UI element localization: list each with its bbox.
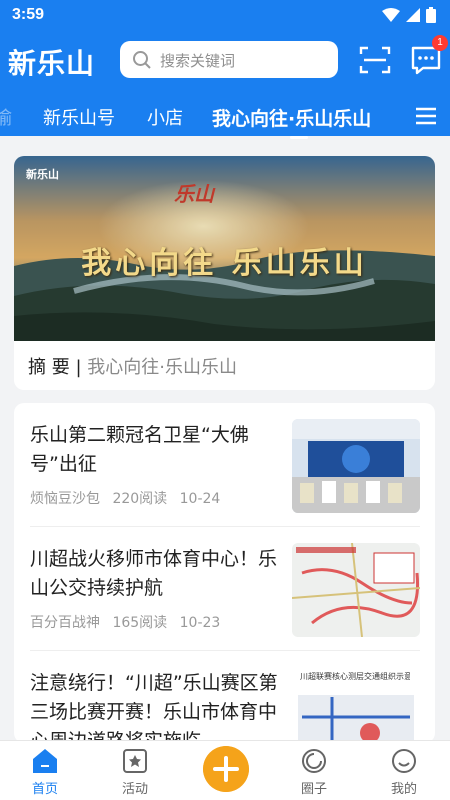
abstract-sep: | bbox=[75, 357, 82, 378]
channel-tabs: 瑜 新乐山号 小店 我心向往·乐山乐山 bbox=[0, 96, 450, 136]
news-author: 烦恼豆沙包 bbox=[30, 491, 100, 507]
nav-home-label: 首页 bbox=[31, 782, 58, 797]
news-meta: 烦恼豆沙包 220阅读 10-24 bbox=[30, 488, 228, 508]
news-reads: 220阅读 bbox=[112, 491, 168, 507]
nav-circle[interactable]: 圈子 bbox=[284, 741, 344, 800]
home-icon bbox=[33, 749, 57, 773]
news-reads: 165阅读 bbox=[112, 615, 168, 631]
news-title: 川超战火移师市体育中心！乐山公交持续护航 bbox=[30, 548, 278, 599]
news-title: 注意绕行！“川超”乐山赛区第三场比赛开赛！乐山市体育中心周边道路将实施临 bbox=[30, 672, 278, 743]
news-thumbnail bbox=[292, 419, 420, 513]
banner-logo-text: 乐山 bbox=[174, 182, 214, 206]
news-item[interactable]: 川超战火移师市体育中心！乐山公交持续护航 百分百战神 165阅读 10-23 bbox=[14, 527, 435, 651]
nav-mine[interactable]: 我的 bbox=[374, 741, 434, 800]
nav-mine-label: 我的 bbox=[390, 782, 417, 797]
profile-icon bbox=[392, 749, 416, 773]
news-author: 百分百战神 bbox=[30, 615, 100, 631]
abstract-label: 摘 要 bbox=[28, 357, 70, 378]
news-date: 10-23 bbox=[179, 615, 221, 631]
nav-circle-label: 圈子 bbox=[300, 782, 327, 797]
news-item[interactable]: 注意绕行！“川超”乐山赛区第三场比赛开赛！乐山市体育中心周边道路将实施临 川超联… bbox=[14, 651, 435, 743]
featured-abstract: 摘 要 | 我心向往·乐山乐山 bbox=[28, 353, 237, 379]
battery-icon bbox=[426, 7, 436, 23]
publish-plus-button[interactable] bbox=[203, 746, 249, 792]
news-date: 10-24 bbox=[179, 491, 221, 507]
news-title: 乐山第二颗冠名卫星“大佛号”出征 bbox=[30, 424, 249, 475]
news-feed: 乐山第二颗冠名卫星“大佛号”出征 烦恼豆沙包 220阅读 10-24 川超战火移… bbox=[14, 403, 435, 743]
news-item[interactable]: 乐山第二颗冠名卫星“大佛号”出征 烦恼豆沙包 220阅读 10-24 bbox=[14, 403, 435, 527]
tab-leshan-leshan[interactable]: 我心向往·乐山乐山 bbox=[212, 104, 371, 131]
tab-xiaodian[interactable]: 小店 bbox=[147, 104, 183, 130]
tab-active-indicator bbox=[290, 136, 308, 139]
news-map-thumbnail bbox=[292, 543, 420, 637]
activity-icon bbox=[123, 749, 147, 773]
status-bar: 3:59 bbox=[0, 0, 450, 32]
circle-icon bbox=[302, 749, 326, 773]
thumbnail-caption: 川超联赛核心测层交通组织示意图 bbox=[300, 672, 410, 681]
signal-icon bbox=[406, 8, 420, 22]
tab-partial[interactable]: 瑜 bbox=[0, 104, 12, 130]
search-bar[interactable]: 搜索关键词 bbox=[120, 41, 338, 78]
tab-xinleshanhao[interactable]: 新乐山号 bbox=[43, 104, 115, 130]
nav-activity[interactable]: 活动 bbox=[105, 741, 165, 800]
message-badge: 1 bbox=[432, 35, 448, 51]
search-icon bbox=[133, 51, 151, 69]
nav-home[interactable]: 首页 bbox=[15, 741, 75, 800]
news-meta: 百分百战神 165阅读 10-23 bbox=[30, 612, 228, 632]
banner-brand: 新乐山 bbox=[26, 168, 59, 181]
menu-icon[interactable] bbox=[414, 104, 438, 128]
status-icons bbox=[382, 7, 436, 23]
app-logo[interactable]: 新乐山 bbox=[8, 42, 95, 82]
nav-activity-label: 活动 bbox=[121, 782, 148, 797]
banner-heading: 我心向往 乐山乐山 bbox=[81, 246, 368, 281]
scan-icon[interactable] bbox=[358, 44, 392, 76]
abstract-text: 我心向往·乐山乐山 bbox=[87, 357, 238, 378]
status-time: 3:59 bbox=[12, 6, 45, 23]
featured-card[interactable]: 新乐山 乐山 我心向往 乐山乐山 摘 要 | 我心向往·乐山乐山 bbox=[14, 156, 435, 390]
wifi-icon bbox=[382, 8, 400, 22]
search-placeholder: 搜索关键词 bbox=[160, 52, 236, 70]
